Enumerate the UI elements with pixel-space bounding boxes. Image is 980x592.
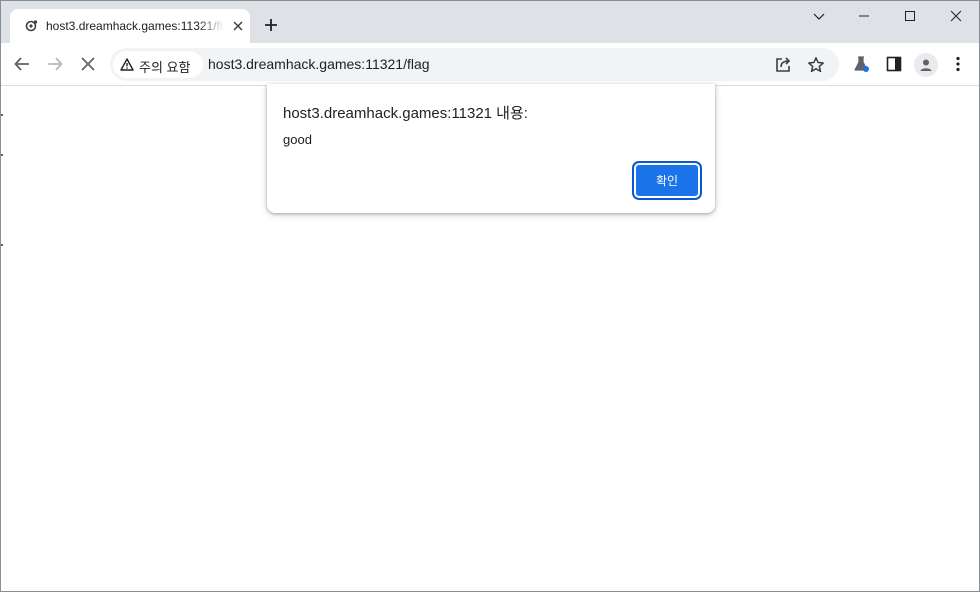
browser-toolbar: 주의 요함 host3.dreamhack.games:11321/flag <box>1 43 979 86</box>
alert-dialog: host3.dreamhack.games:11321 내용: good 확인 <box>267 84 715 213</box>
new-tab-plus-icon[interactable] <box>263 17 279 33</box>
loading-favicon-icon <box>24 19 38 33</box>
tab-close-icon[interactable] <box>231 19 245 33</box>
profile-avatar-icon[interactable] <box>914 53 938 77</box>
tab-strip: host3.dreamhack.games:11321/flag <box>1 1 979 43</box>
browser-tab[interactable]: host3.dreamhack.games:11321/flag <box>10 9 250 43</box>
minimize-icon[interactable] <box>841 1 887 31</box>
page-edge-mark <box>1 154 3 156</box>
stop-loading-close-icon[interactable] <box>76 52 100 76</box>
back-arrow-icon[interactable] <box>10 52 34 76</box>
warning-triangle-icon <box>120 58 134 76</box>
kebab-menu-icon[interactable] <box>946 52 970 76</box>
dialog-message: good <box>283 132 312 147</box>
labs-flask-icon[interactable] <box>849 52 873 76</box>
tab-search-chevron-icon[interactable] <box>796 1 842 31</box>
window-close-icon[interactable] <box>933 1 979 31</box>
ok-button[interactable]: 확인 <box>632 161 702 200</box>
dialog-title: host3.dreamhack.games:11321 내용: <box>283 105 528 122</box>
tab-title: host3.dreamhack.games:11321/flag <box>46 19 224 33</box>
page-edge-mark <box>1 114 3 116</box>
address-bar[interactable]: 주의 요함 host3.dreamhack.games:11321/flag <box>110 48 839 81</box>
security-chip[interactable]: 주의 요함 <box>113 51 203 78</box>
page-edge-mark <box>1 244 3 246</box>
forward-arrow-icon[interactable] <box>43 52 67 76</box>
share-icon[interactable] <box>774 56 792 79</box>
bookmark-star-icon[interactable] <box>807 56 825 79</box>
security-chip-label: 주의 요함 <box>139 60 191 75</box>
side-panel-icon[interactable] <box>882 52 906 76</box>
url-text[interactable]: host3.dreamhack.games:11321/flag <box>208 56 430 72</box>
maximize-icon[interactable] <box>887 1 933 31</box>
